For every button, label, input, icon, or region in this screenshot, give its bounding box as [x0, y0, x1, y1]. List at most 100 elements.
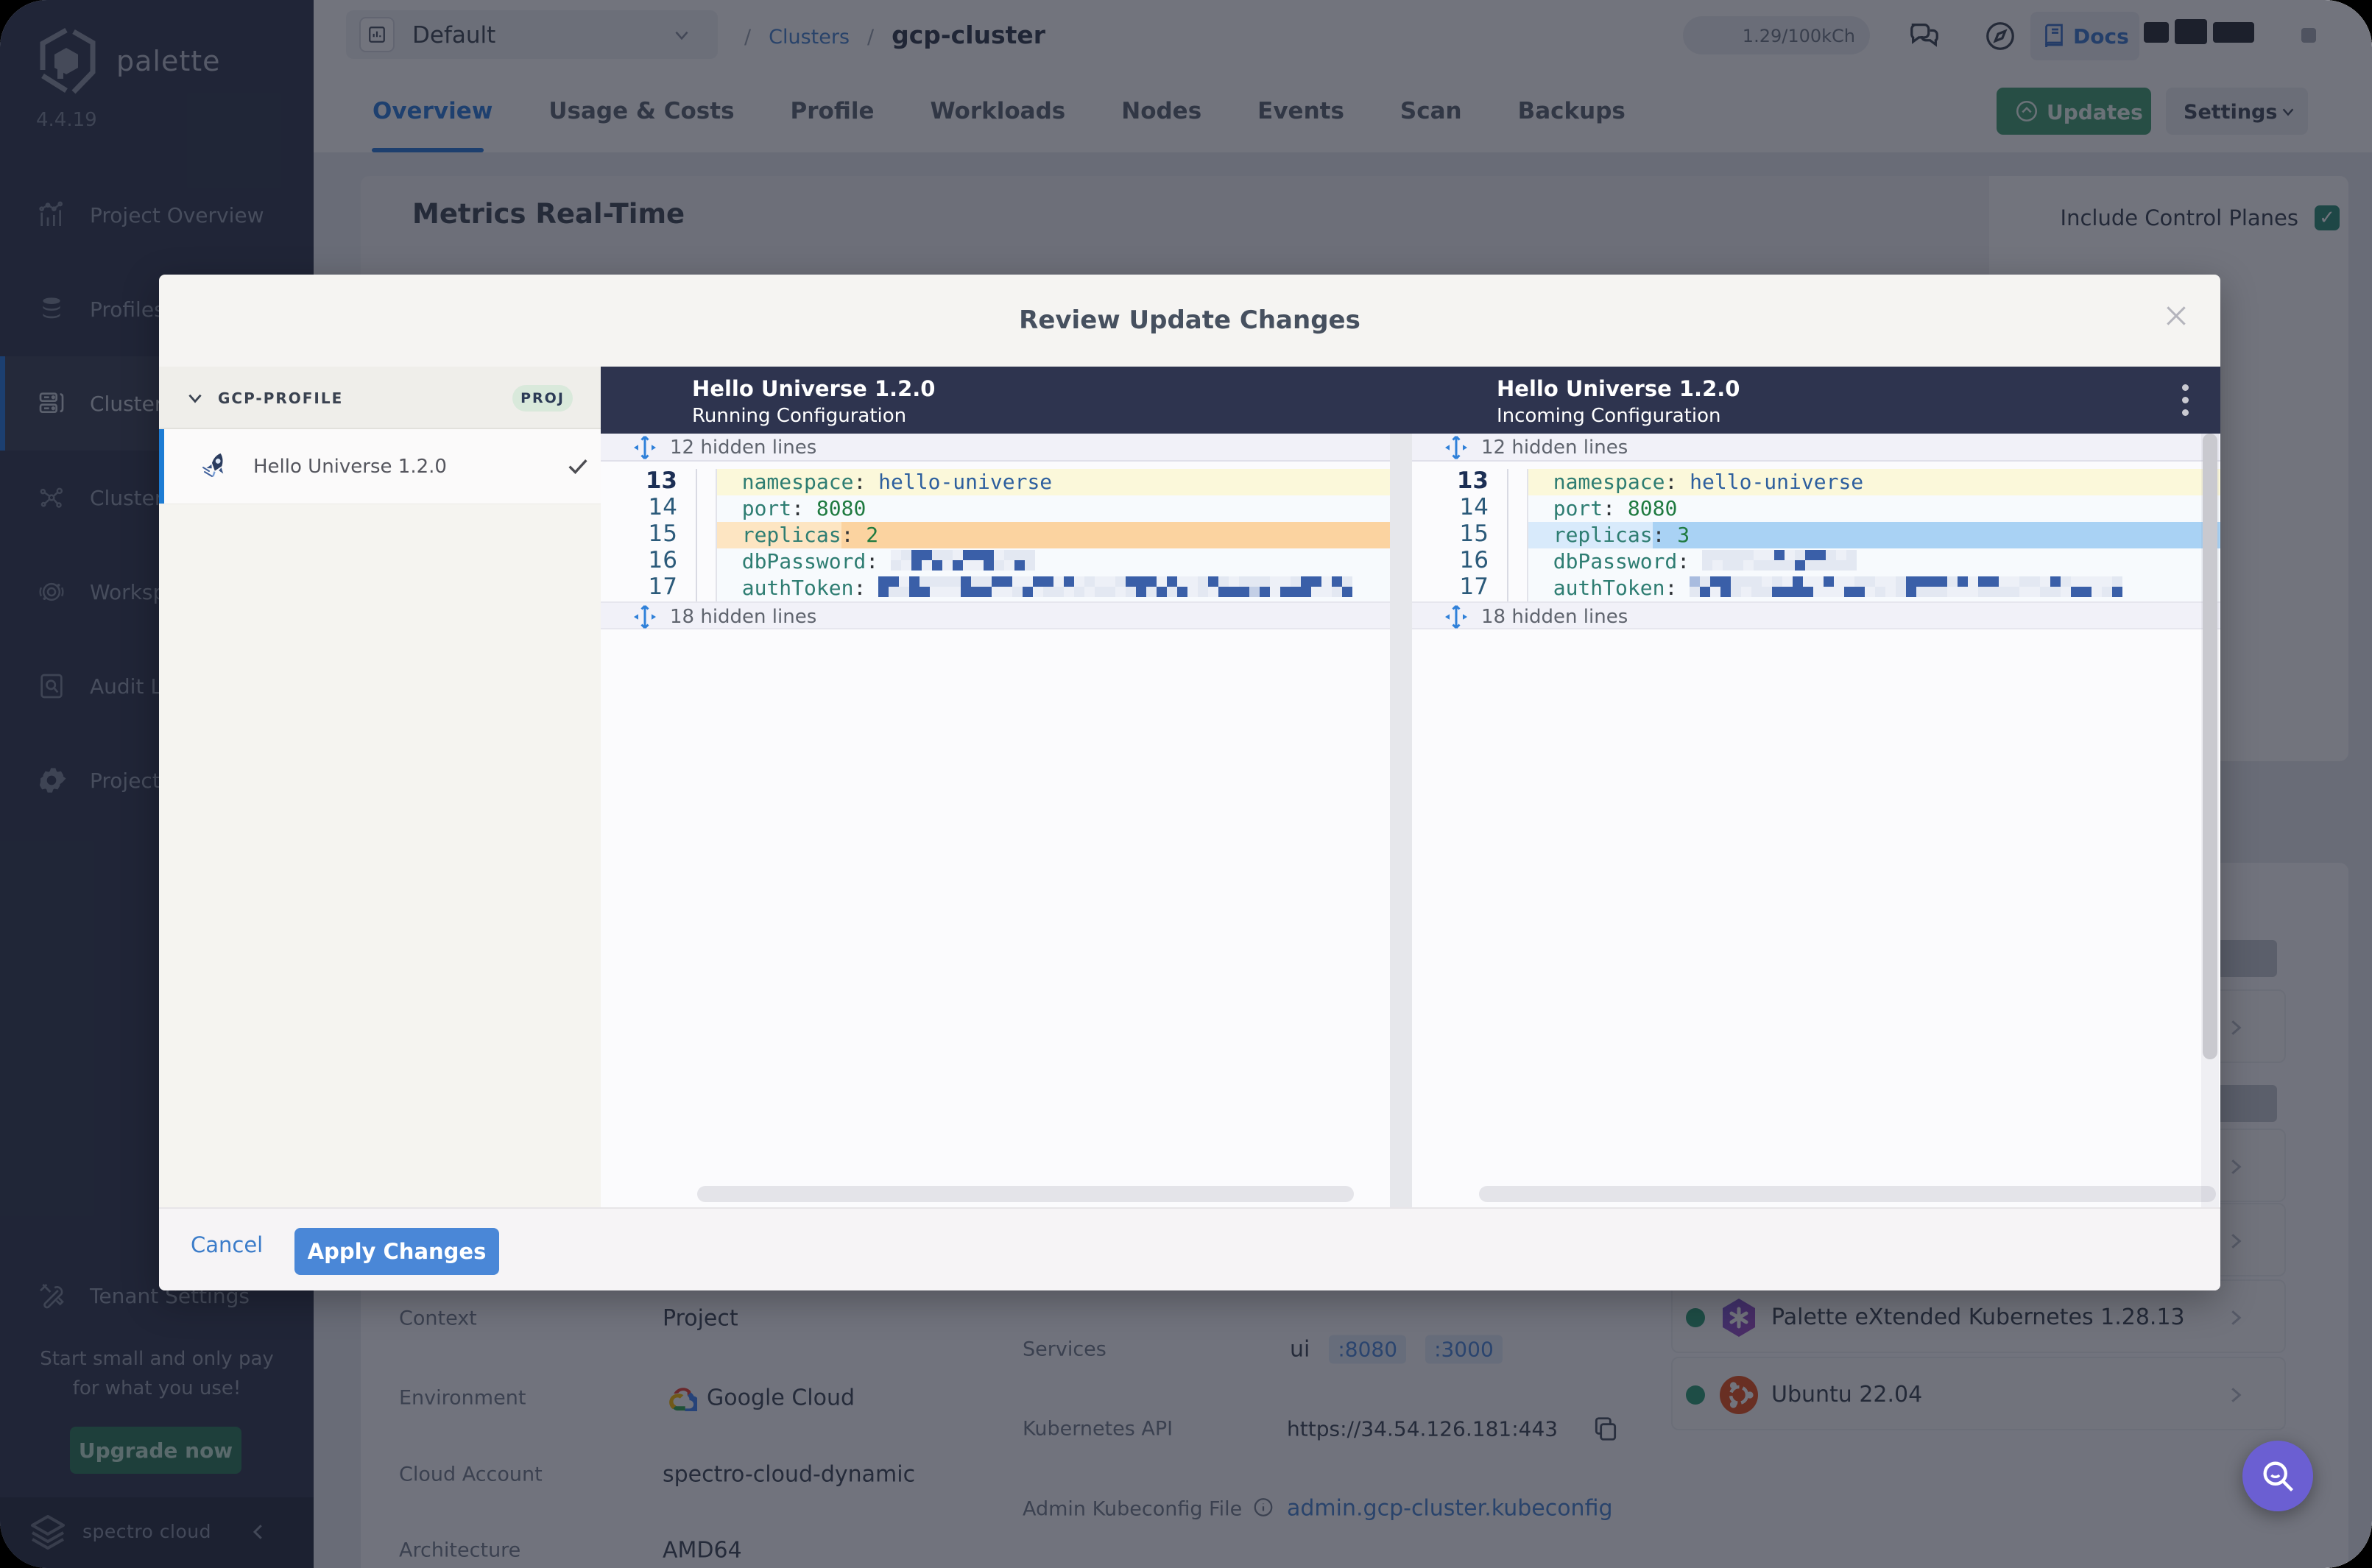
code-line-port: port: 8080 — [717, 495, 1390, 522]
review-update-modal: Review Update Changes GCP-PROFILE PROJ H… — [159, 275, 2220, 1290]
diff-pane-running: 12 hidden lines 13 namespace: hello-univ… — [601, 434, 1390, 1207]
gutter-border — [696, 522, 697, 548]
gutter-border — [696, 495, 697, 522]
gutter-border — [696, 548, 697, 575]
redacted-value — [878, 576, 1353, 597]
diff-right-title: Hello Universe 1.2.0 — [1497, 376, 1740, 401]
code-line-namespace: namespace: hello-universe — [717, 469, 1390, 495]
gutter-border — [1507, 495, 1508, 522]
text-label: 12 hidden lines — [1481, 437, 1628, 459]
line-number: 13 — [645, 467, 677, 494]
text-label: replicas — [741, 523, 841, 547]
apply-changes-button[interactable]: Apply Changes — [294, 1228, 499, 1275]
hidden-lines-row[interactable]: 12 hidden lines — [601, 434, 1390, 462]
gutter-border — [696, 469, 697, 495]
code-line-replicas-old: replicas: 2 — [717, 522, 1390, 548]
diff-left-header-group: Hello Universe 1.2.0 Running Configurati… — [692, 374, 935, 428]
text-label: hello-universe — [878, 470, 1053, 494]
hidden-lines-row[interactable]: 18 hidden lines — [1412, 601, 2220, 629]
gutter-border — [1507, 548, 1508, 575]
code-line-replicas-new: replicas: 3 — [1528, 522, 2220, 548]
text-label: 8080 — [1627, 496, 1678, 520]
code-line-dbpassword: dbPassword: — [1528, 548, 2220, 575]
kebab-menu-icon[interactable] — [2182, 384, 2189, 418]
kebab-dot — [2182, 397, 2189, 403]
gutter-border — [696, 575, 697, 601]
hidden-lines-row[interactable]: 18 hidden lines — [601, 601, 1390, 629]
row-spacer — [601, 462, 1390, 469]
profile-version-item[interactable]: Hello Universe 1.2.0 — [159, 429, 601, 504]
unfold-icon — [632, 434, 658, 461]
text-label: 3 — [1677, 523, 1690, 547]
chevron-down-icon — [186, 389, 205, 408]
modal-profile-panel: GCP-PROFILE PROJ Hello Universe 1.2.0 — [159, 367, 601, 1207]
profile-group-name: GCP-PROFILE — [218, 389, 344, 407]
line-number: 16 — [1459, 547, 1489, 573]
line-number: 17 — [1459, 573, 1489, 600]
gutter-border — [1507, 522, 1508, 548]
close-icon[interactable] — [2161, 301, 2191, 331]
resource-search-fab[interactable] — [2242, 1441, 2313, 1511]
hidden-lines-row[interactable]: 12 hidden lines — [1412, 434, 2220, 462]
redacted-value — [891, 550, 1038, 571]
check-icon — [565, 453, 590, 478]
magnifier-icon — [2263, 1461, 2294, 1492]
text-label: 18 hidden lines — [1481, 606, 1628, 628]
text-label: namespace — [741, 470, 854, 494]
pane-divider-scrollbar[interactable] — [1390, 434, 1412, 1207]
vertical-scrollbar[interactable] — [2201, 434, 2219, 1207]
vertical-scrollbar-thumb[interactable] — [2203, 434, 2217, 1059]
diff-left-subtitle: Running Configuration — [692, 405, 907, 427]
horizontal-scrollbar[interactable] — [697, 1186, 1354, 1202]
cancel-button[interactable]: Cancel — [191, 1232, 263, 1257]
diff-pane-incoming: 12 hidden lines 13 namespace: hello-univ… — [1412, 434, 2220, 1207]
redacted-value — [1690, 576, 2131, 597]
code-line-port: port: 8080 — [1528, 495, 2220, 522]
text-label: replicas — [1553, 523, 1653, 547]
line-number: 17 — [648, 573, 677, 600]
text-label: dbPassword — [1553, 549, 1678, 573]
row-spacer — [1412, 462, 2220, 469]
kebab-dot — [2182, 384, 2189, 391]
text-label: port — [741, 496, 792, 520]
profile-scope-badge: PROJ — [512, 385, 573, 412]
modal-footer: Cancel Apply Changes — [159, 1207, 2220, 1290]
line-number: 14 — [1459, 494, 1489, 520]
gutter-border — [1507, 575, 1508, 601]
line-number: 15 — [648, 520, 677, 547]
text-label: dbPassword — [741, 549, 866, 573]
line-number: 13 — [1456, 467, 1489, 494]
text-label: 12 hidden lines — [670, 437, 817, 459]
text-label: 18 hidden lines — [670, 606, 817, 628]
diff-right-subtitle: Incoming Configuration — [1497, 405, 1721, 427]
modal-title: Review Update Changes — [1019, 306, 1360, 335]
code-line-namespace: namespace: hello-universe — [1528, 469, 2220, 495]
kebab-dot — [2182, 409, 2189, 416]
text-label: hello-universe — [1690, 470, 1864, 494]
diff-left-title: Hello Universe 1.2.0 — [692, 376, 936, 401]
code-line-dbpassword: dbPassword: — [717, 548, 1390, 575]
profile-group-row[interactable]: GCP-PROFILE PROJ — [159, 367, 601, 429]
diff-header: Hello Universe 1.2.0 Running Configurati… — [601, 367, 2220, 434]
rocket-icon — [200, 450, 233, 482]
diff-viewer: Hello Universe 1.2.0 Running Configurati… — [601, 367, 2220, 1207]
gutter-border — [1507, 469, 1508, 495]
unfold-icon — [1443, 434, 1469, 461]
unfold-icon — [1443, 604, 1469, 630]
profile-version-label: Hello Universe 1.2.0 — [253, 456, 447, 478]
text-label: 2 — [866, 523, 879, 547]
horizontal-scrollbar[interactable] — [1479, 1186, 2216, 1202]
redacted-value — [1702, 550, 1857, 571]
code-line-authtoken: authToken: — [1528, 575, 2220, 601]
line-number: 16 — [648, 547, 677, 573]
text-label: port — [1553, 496, 1603, 520]
diff-right-header-group: Hello Universe 1.2.0 Incoming Configurat… — [1497, 374, 1740, 428]
code-line-authtoken: authToken: — [717, 575, 1390, 601]
diff-removed-highlight — [841, 522, 1390, 548]
text-label: namespace — [1553, 470, 1665, 494]
line-number: 15 — [1459, 520, 1489, 547]
line-number: 14 — [648, 494, 677, 520]
text-label: 8080 — [816, 496, 866, 520]
text-label: authToken — [741, 576, 854, 600]
app-window: Default / Clusters / gcp-cluster 1.29/10… — [0, 0, 2372, 1568]
